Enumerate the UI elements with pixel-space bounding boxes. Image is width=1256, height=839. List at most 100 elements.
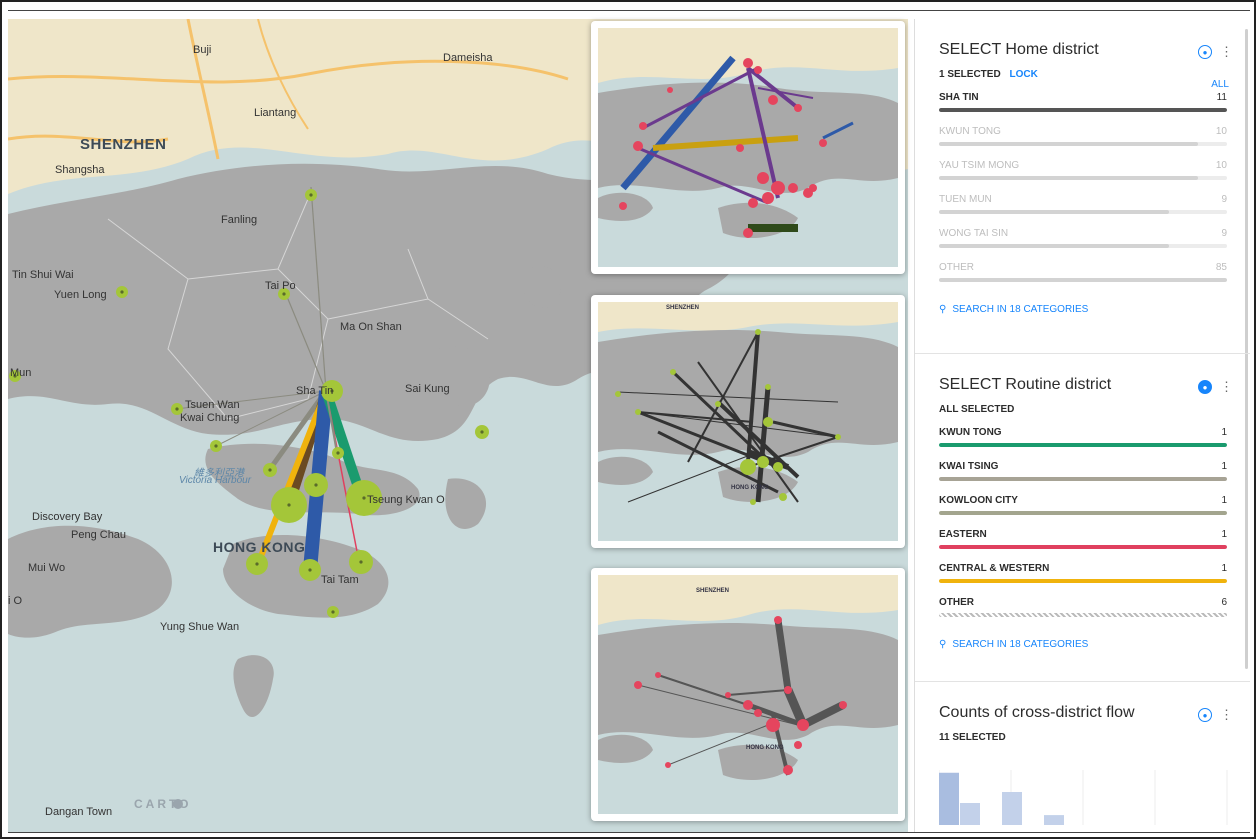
category-name: KOWLOON CITY [939,495,1018,506]
widget-title: SELECT Home district [939,41,1099,58]
category-row[interactable]: WONG TAI SIN 9 [939,222,1227,256]
category-count: 9 [1221,228,1227,239]
map-label-sai-kung: Sai Kung [405,383,450,395]
category-bar [939,278,1227,282]
map-label-hong-kong: HONG KONG [213,539,306,555]
histogram-bar[interactable] [960,803,980,825]
category-bar [939,511,1227,515]
map-label-tai-tam: Tai Tam [321,574,359,586]
side-panel: ● ⋮ SELECT Home district 1 SELECTED LOCK… [914,19,1250,832]
search-categories-link[interactable]: ⚲ SEARCH IN 18 CATEGORIES [939,639,1227,650]
category-count: 1 [1221,563,1227,574]
map-label-dangan-town: Dangan Town [45,806,113,818]
map-label-dameisha: Dameisha [443,52,493,64]
search-categories-link[interactable]: ⚲ SEARCH IN 18 CATEGORIES [939,304,1227,315]
color-drop-icon[interactable]: ● [1198,708,1212,722]
more-options-icon[interactable]: ⋮ [1220,45,1233,58]
flow-widget-actions: ● ⋮ [1198,708,1233,722]
category-bar-fill [939,545,1227,549]
map-label-buji: Buji [193,44,212,56]
category-row[interactable]: OTHER 6 [939,591,1227,625]
selected-count: 1 SELECTED [939,69,1001,80]
category-bar-fill [939,176,1199,180]
color-drop-icon[interactable]: ● [1198,45,1212,59]
map-label-tai-po: Tai Po [265,280,296,292]
map-label-yuen-long: Yuen Long [54,289,107,301]
category-bar [939,545,1227,549]
minimap-3-label-shenzhen: SHENZHEN [696,588,730,594]
more-options-icon[interactable]: ⋮ [1220,380,1233,393]
minimap-3[interactable]: SHENZHEN HONG KONG [591,568,905,821]
category-name: KWAI TSING [939,461,999,472]
category-row[interactable]: OTHER 85 [939,256,1227,290]
map-label-kwai-chung: Kwai Chung [180,412,240,424]
category-row[interactable]: CENTRAL & WESTERN 1 [939,557,1227,591]
category-name: SHA TIN [939,92,979,103]
minimap-2-label-hong-kong: HONG KONG [731,485,769,491]
map-label-peng-chau: Peng Chau [71,529,127,541]
category-name: OTHER [939,597,974,608]
minimap-1[interactable] [591,21,905,274]
widget-title: Counts of cross-district flow [939,704,1135,721]
minimap-2[interactable]: SHENZHEN HONG KONG [591,295,905,548]
more-options-icon[interactable]: ⋮ [1220,708,1233,721]
category-row[interactable]: KOWLOON CITY 1 [939,489,1227,523]
category-bar [939,108,1227,112]
category-row[interactable]: TUEN MUN 9 [939,188,1227,222]
category-bar [939,443,1227,447]
category-bar-fill [939,278,1227,282]
color-drop-icon[interactable]: ● [1198,380,1212,394]
map-label-i-o: i O [8,595,23,607]
category-bar [939,244,1227,248]
flow-histogram[interactable] [939,770,1229,830]
map-label-fanling: Fanling [221,214,258,226]
category-count: 9 [1221,194,1227,205]
lock-link[interactable]: LOCK [1009,69,1037,80]
category-name: WONG TAI SIN [939,228,1009,239]
category-count: 1 [1221,461,1227,472]
island [445,478,487,529]
routine-district-widget: ● ⋮ SELECT Routine district ALL SELECTED… [915,354,1250,682]
category-bar-fill [939,244,1170,248]
map-label-tseung-kwan-o: Tseung Kwan O [367,494,445,506]
map-label-ma-on-shan: Ma On Shan [340,321,402,333]
map-label-mui-wo: Mui Wo [28,562,66,574]
category-count: 1 [1221,427,1227,438]
minimap-1-canvas[interactable] [598,28,898,267]
category-bar [939,176,1227,180]
histogram-bar[interactable] [939,772,959,825]
category-bar [939,579,1227,583]
histogram-bar[interactable] [1002,792,1022,825]
category-name: OTHER [939,262,974,273]
minimap-3-canvas[interactable] [598,575,898,814]
category-row[interactable]: EASTERN 1 [939,523,1227,557]
category-bar-fill [939,108,1227,112]
minimap-2-canvas[interactable] [598,302,898,541]
category-bar-fill [939,579,1227,583]
category-bar-fill [939,511,1227,515]
flow-histogram-widget: ● ⋮ Counts of cross-district flow 11 SEL… [915,682,1250,832]
category-row[interactable]: KWUN TONG 1 [939,421,1227,455]
map-label-tuen-mun: Mun [10,367,32,379]
category-count: 11 [1216,92,1227,103]
search-icon: ⚲ [939,639,947,650]
screenshot-frame: Buji Dameisha Liantang SHENZHEN Shangsha… [0,0,1256,839]
histogram-bar[interactable] [1044,815,1064,825]
map-label-shenzhen: SHENZHEN [80,136,167,153]
minimap-3-label-hong-kong: HONG KONG [746,745,784,751]
app-root: Buji Dameisha Liantang SHENZHEN Shangsha… [8,10,1250,833]
category-row[interactable]: KWUN TONG 10 [939,120,1227,154]
category-row[interactable]: KWAI TSING 1 [939,455,1227,489]
category-count: 1 [1221,529,1227,540]
category-row[interactable]: SHA TIN 11 [939,86,1227,120]
carto-attribution: CARTO [134,797,192,811]
search-icon: ⚲ [939,304,947,315]
map-label-sha-tin: Sha Tin [296,385,334,397]
category-name: TUEN MUN [939,194,992,205]
category-bar-fill [939,142,1199,146]
map-label-tin-shui-wai: Tin Shui Wai [12,269,74,281]
category-bar [939,210,1227,214]
category-bar-fill [939,613,1227,617]
category-row[interactable]: YAU TSIM MONG 10 [939,154,1227,188]
lantau-island [8,525,172,638]
